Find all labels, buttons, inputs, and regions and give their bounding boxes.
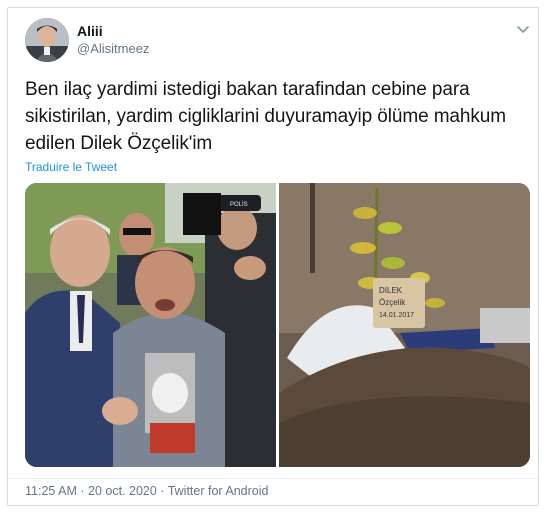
meta-separator: ·: [76, 484, 88, 498]
protest-photo-icon[interactable]: POLİS: [25, 183, 276, 467]
meta-separator: ·: [156, 484, 168, 498]
tweet-text: Ben ilaç yardimi istedigi bakan tarafind…: [25, 79, 506, 154]
tweet-metadata: 11:25 AM · 20 oct. 2020 · Twitter for An…: [25, 484, 268, 498]
grave-marker-line2: Özçelik: [379, 298, 406, 307]
tweet-card: Aliii @Alisitmeez Ben ilaç yardimi isted…: [7, 7, 539, 506]
footer-divider: [8, 478, 538, 479]
display-name[interactable]: Aliii: [77, 23, 103, 39]
avatar[interactable]: [25, 18, 69, 62]
grave-marker-line1: DILEK: [379, 286, 403, 295]
tweet-source[interactable]: Twitter for Android: [168, 484, 269, 498]
cap-text: POLİS: [230, 201, 248, 208]
grave-photo-icon[interactable]: DILEK Özçelik 14.01.2017: [279, 183, 530, 467]
user-handle[interactable]: @Alisitmeez: [77, 41, 149, 56]
chevron-down-icon[interactable]: [516, 22, 530, 36]
tweet-date[interactable]: 20 oct. 2020: [88, 484, 157, 498]
translate-tweet-link[interactable]: Traduire le Tweet: [25, 160, 117, 174]
tweet-time[interactable]: 11:25 AM: [25, 484, 77, 498]
grave-marker-line3: 14.01.2017: [379, 312, 414, 319]
avatar-photo-icon: [25, 18, 69, 62]
tweet-media[interactable]: POLİS DILEK Özçelik 14.01.2017: [25, 183, 530, 467]
